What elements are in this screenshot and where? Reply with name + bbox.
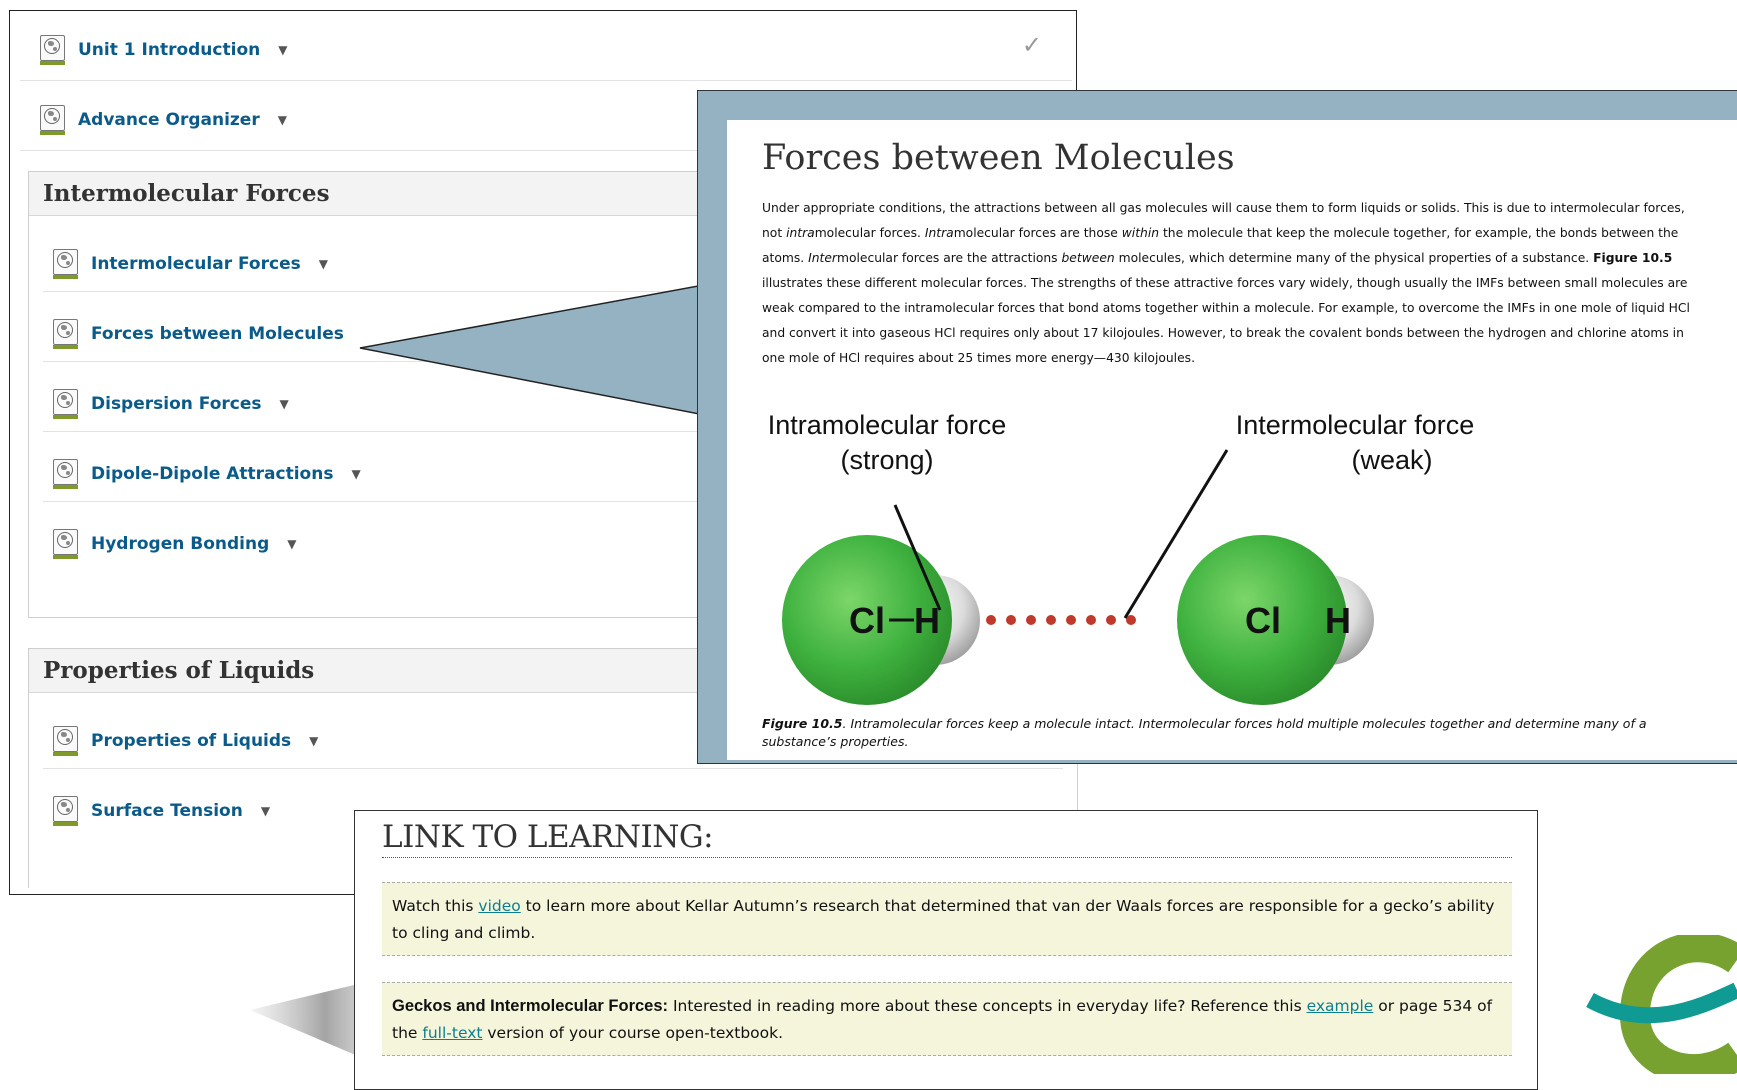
- caret-down-icon[interactable]: ▼: [351, 467, 360, 481]
- bold-text: Figure 10.5: [1593, 251, 1673, 265]
- item-link-surface-tension[interactable]: Surface Tension: [91, 801, 243, 821]
- link-to-learning-title: LINK TO LEARNING:: [382, 819, 714, 855]
- text-segment: version of your course open-textbook.: [482, 1024, 784, 1042]
- bold-text: Geckos and Intermolecular Forces:: [392, 997, 669, 1015]
- item-link-dispersion-forces[interactable]: Dispersion Forces: [91, 394, 262, 414]
- emphasis-text: between: [1061, 251, 1115, 265]
- caret-down-icon[interactable]: ▼: [287, 537, 296, 551]
- page-globe-icon: [53, 529, 79, 559]
- atom-label-cl-2: Cl: [1245, 600, 1281, 641]
- inline-link-full-text[interactable]: full-text: [422, 1024, 482, 1042]
- caret-down-icon[interactable]: ▼: [309, 734, 318, 748]
- page-globe-icon: [53, 726, 79, 756]
- item-link-intermolecular-forces[interactable]: Intermolecular Forces: [91, 254, 301, 274]
- text-segment: Interested in reading more about these c…: [668, 997, 1307, 1015]
- item-link-properties-of-liquids[interactable]: Properties of Liquids: [91, 731, 291, 751]
- page-globe-icon: [53, 796, 79, 826]
- atom-label-h-2: H: [1325, 600, 1351, 641]
- text-segment: illustrates these different molecular fo…: [762, 276, 1690, 365]
- figure-caption: Figure 10.5. Intramolecular forces keep …: [762, 715, 1692, 751]
- emphasis-text: Intra: [924, 226, 954, 240]
- caret-down-icon[interactable]: ▼: [319, 257, 328, 271]
- text-segment: molecular forces are those: [953, 226, 1122, 240]
- atom-label-h-1: H: [914, 600, 940, 641]
- text-segment: Watch this: [392, 897, 479, 915]
- caption-label: Figure 10.5: [762, 716, 843, 731]
- item-link-unit-1-introduction[interactable]: Unit 1 Introduction: [78, 40, 260, 60]
- emphasis-text: intra: [786, 226, 815, 240]
- inline-link-example[interactable]: example: [1307, 997, 1374, 1015]
- text-segment: molecular forces are the attractions: [836, 251, 1062, 265]
- intermolecular-dots: [986, 615, 1136, 625]
- caret-down-icon[interactable]: ▼: [278, 43, 287, 57]
- caret-down-icon[interactable]: ▼: [261, 804, 270, 818]
- link-to-learning-panel: LINK TO LEARNING: Watch this video to le…: [354, 810, 1538, 1090]
- text-segment: to learn more about Kellar Autumn’s rese…: [392, 897, 1495, 942]
- module-title: Properties of Liquids: [43, 657, 315, 684]
- emphasis-text: Inter: [808, 251, 837, 265]
- text-segment: molecules, which determine many of the p…: [1114, 251, 1594, 265]
- textbook-excerpt: Forces between Molecules Under appropria…: [727, 120, 1737, 760]
- emphasis-text: within: [1121, 226, 1160, 240]
- title-divider: [382, 857, 1512, 858]
- caret-down-icon[interactable]: ▼: [278, 113, 287, 127]
- page-globe-icon: [53, 249, 79, 279]
- inline-link-video[interactable]: video: [478, 897, 520, 915]
- video-note-box: Watch this video to learn more about Kel…: [382, 882, 1512, 956]
- figure-10-5: Intramolecular force (strong) Intermolec…: [762, 410, 1482, 710]
- open-textbook-logo-icon: [1586, 935, 1737, 1074]
- excerpt-paragraph: Under appropriate conditions, the attrac…: [762, 196, 1692, 371]
- atom-label-cl-1: Cl: [849, 600, 885, 641]
- caret-down-icon[interactable]: ▼: [280, 397, 289, 411]
- page-globe-icon: [53, 389, 79, 419]
- item-link-forces-between-molecules[interactable]: Forces between Molecules: [91, 324, 344, 344]
- page-globe-icon: [53, 319, 79, 349]
- module-title: Intermolecular Forces: [43, 180, 330, 207]
- hcl-molecules-diagram: Cl H Cl H: [782, 449, 1374, 705]
- geckos-note-box: Geckos and Intermolecular Forces: Intere…: [382, 982, 1512, 1056]
- excerpt-frame: Forces between Molecules Under appropria…: [697, 90, 1737, 764]
- item-link-dipole-dipole-attractions[interactable]: Dipole-Dipole Attractions: [91, 464, 333, 484]
- list-item: Unit 1 Introduction ▼ ✓: [20, 11, 1072, 81]
- page-globe-icon: [53, 459, 79, 489]
- item-link-hydrogen-bonding[interactable]: Hydrogen Bonding: [91, 534, 269, 554]
- checkmark-icon: ✓: [1021, 31, 1042, 59]
- text-segment: molecular forces.: [814, 226, 925, 240]
- item-link-advance-organizer[interactable]: Advance Organizer: [78, 110, 260, 130]
- caption-text: . Intramolecular forces keep a molecule …: [762, 716, 1647, 749]
- page-globe-icon: [40, 35, 66, 65]
- page-globe-icon: [40, 105, 66, 135]
- excerpt-title: Forces between Molecules: [762, 138, 1235, 178]
